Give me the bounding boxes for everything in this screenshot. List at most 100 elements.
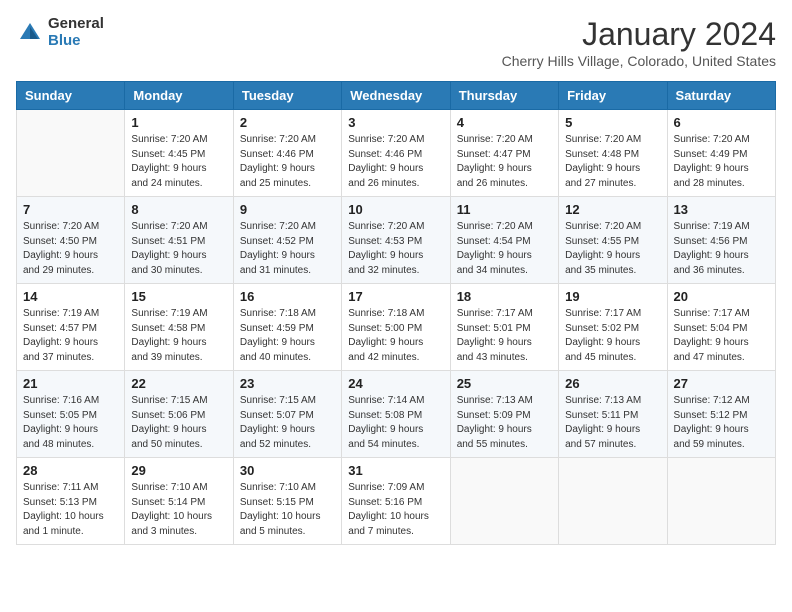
day-info: Sunrise: 7:13 AM Sunset: 5:11 PM Dayligh… [565, 394, 660, 452]
day-number: 14 [23, 289, 118, 304]
day-info: Sunrise: 7:20 AM Sunset: 4:55 PM Dayligh… [565, 220, 660, 278]
title-area: January 2024 Cherry Hills Village, Color… [502, 16, 776, 69]
calendar-cell: 24 Sunrise: 7:14 AM Sunset: 5:08 PM Dayli… [342, 371, 450, 458]
day-number: 17 [348, 289, 443, 304]
day-number: 23 [240, 376, 335, 391]
calendar-body: 1 Sunrise: 7:20 AM Sunset: 4:45 PM Daylig… [17, 110, 776, 545]
day-number: 18 [457, 289, 552, 304]
calendar-cell: 22Sunrise: 7:15 AM Sunset: 5:06 PM Dayli… [125, 371, 233, 458]
calendar-header: Sunday Monday Tuesday Wednesday Thursday… [17, 82, 776, 110]
day-number: 25 [457, 376, 552, 391]
day-info: Sunrise: 7:20 AM Sunset: 4:46 PM Dayligh… [348, 133, 443, 191]
calendar-cell [667, 458, 775, 545]
col-monday: Monday [125, 82, 233, 110]
logo-general: General [48, 16, 104, 33]
day-info: Sunrise: 7:20 AM Sunset: 4:51 PM Dayligh… [131, 220, 226, 278]
day-info: Sunrise: 7:18 AM Sunset: 5:00 PM Dayligh… [348, 307, 443, 365]
calendar-week-4: 21 Sunrise: 7:16 AM Sunset: 5:05 PM Dayli… [17, 371, 776, 458]
day-info: Sunrise: 7:20 AM Sunset: 4:53 PM Dayligh… [348, 220, 443, 278]
calendar-cell: 10Sunrise: 7:20 AM Sunset: 4:53 PM Dayli… [342, 197, 450, 284]
calendar-cell: 11 Sunrise: 7:20 AM Sunset: 4:54 PM Dayli… [450, 197, 558, 284]
calendar-cell: 7Sunrise: 7:20 AM Sunset: 4:50 PM Daylig… [17, 197, 125, 284]
day-info: Sunrise: 7:20 AM Sunset: 4:45 PM Dayligh… [131, 133, 226, 191]
day-number: 30 [240, 463, 335, 478]
calendar-cell: 1 Sunrise: 7:20 AM Sunset: 4:45 PM Daylig… [125, 110, 233, 197]
calendar-cell: 9 Sunrise: 7:20 AM Sunset: 4:52 PM Daylig… [233, 197, 341, 284]
calendar-cell [17, 110, 125, 197]
day-info: Sunrise: 7:19 AM Sunset: 4:57 PM Dayligh… [23, 307, 118, 365]
day-info: Sunrise: 7:19 AM Sunset: 4:58 PM Dayligh… [131, 307, 226, 365]
calendar-week-5: 28 Sunrise: 7:11 AM Sunset: 5:13 PM Dayli… [17, 458, 776, 545]
day-number: 3 [348, 115, 443, 130]
calendar-cell [559, 458, 667, 545]
day-info: Sunrise: 7:10 AM Sunset: 5:14 PM Dayligh… [131, 481, 226, 539]
calendar-cell: 5 Sunrise: 7:20 AM Sunset: 4:48 PM Daylig… [559, 110, 667, 197]
day-info: Sunrise: 7:17 AM Sunset: 5:02 PM Dayligh… [565, 307, 660, 365]
calendar-cell: 31Sunrise: 7:09 AM Sunset: 5:16 PM Dayli… [342, 458, 450, 545]
col-thursday: Thursday [450, 82, 558, 110]
calendar-cell: 29 Sunrise: 7:10 AM Sunset: 5:14 PM Dayli… [125, 458, 233, 545]
calendar-cell: 27 Sunrise: 7:12 AM Sunset: 5:12 PM Dayli… [667, 371, 775, 458]
day-number: 13 [674, 202, 769, 217]
calendar-cell: 17 Sunrise: 7:18 AM Sunset: 5:00 PM Dayli… [342, 284, 450, 371]
month-title: January 2024 [502, 16, 776, 53]
calendar-cell: 26Sunrise: 7:13 AM Sunset: 5:11 PM Dayli… [559, 371, 667, 458]
day-number: 27 [674, 376, 769, 391]
calendar-cell: 6 Sunrise: 7:20 AM Sunset: 4:49 PM Daylig… [667, 110, 775, 197]
day-info: Sunrise: 7:12 AM Sunset: 5:12 PM Dayligh… [674, 394, 769, 452]
day-number: 6 [674, 115, 769, 130]
calendar-cell: 18 Sunrise: 7:17 AM Sunset: 5:01 PM Dayli… [450, 284, 558, 371]
day-info: Sunrise: 7:14 AM Sunset: 5:08 PM Dayligh… [348, 394, 443, 452]
day-info: Sunrise: 7:17 AM Sunset: 5:04 PM Dayligh… [674, 307, 769, 365]
day-info: Sunrise: 7:20 AM Sunset: 4:46 PM Dayligh… [240, 133, 335, 191]
calendar-table: Sunday Monday Tuesday Wednesday Thursday… [16, 81, 776, 545]
day-number: 31 [348, 463, 443, 478]
day-number: 4 [457, 115, 552, 130]
day-info: Sunrise: 7:20 AM Sunset: 4:49 PM Dayligh… [674, 133, 769, 191]
calendar-cell: 12 Sunrise: 7:20 AM Sunset: 4:55 PM Dayli… [559, 197, 667, 284]
day-info: Sunrise: 7:15 AM Sunset: 5:07 PM Dayligh… [240, 394, 335, 452]
day-info: Sunrise: 7:20 AM Sunset: 4:52 PM Dayligh… [240, 220, 335, 278]
col-friday: Friday [559, 82, 667, 110]
calendar-week-3: 14 Sunrise: 7:19 AM Sunset: 4:57 PM Dayli… [17, 284, 776, 371]
calendar-cell: 19 Sunrise: 7:17 AM Sunset: 5:02 PM Dayli… [559, 284, 667, 371]
day-number: 5 [565, 115, 660, 130]
day-number: 1 [131, 115, 226, 130]
day-number: 15 [131, 289, 226, 304]
day-number: 9 [240, 202, 335, 217]
calendar-cell: 23 Sunrise: 7:15 AM Sunset: 5:07 PM Dayli… [233, 371, 341, 458]
day-number: 24 [348, 376, 443, 391]
col-wednesday: Wednesday [342, 82, 450, 110]
day-info: Sunrise: 7:20 AM Sunset: 4:54 PM Dayligh… [457, 220, 552, 278]
day-info: Sunrise: 7:10 AM Sunset: 5:15 PM Dayligh… [240, 481, 335, 539]
day-info: Sunrise: 7:15 AM Sunset: 5:06 PM Dayligh… [131, 394, 226, 452]
calendar-cell: 8Sunrise: 7:20 AM Sunset: 4:51 PM Daylig… [125, 197, 233, 284]
day-info: Sunrise: 7:16 AM Sunset: 5:05 PM Dayligh… [23, 394, 118, 452]
day-number: 2 [240, 115, 335, 130]
logo-icon [16, 19, 44, 47]
logo-blue: Blue [48, 33, 104, 50]
calendar-week-1: 1 Sunrise: 7:20 AM Sunset: 4:45 PM Daylig… [17, 110, 776, 197]
day-number: 12 [565, 202, 660, 217]
calendar-cell: 21 Sunrise: 7:16 AM Sunset: 5:05 PM Dayli… [17, 371, 125, 458]
day-number: 19 [565, 289, 660, 304]
day-number: 20 [674, 289, 769, 304]
calendar-cell: 20 Sunrise: 7:17 AM Sunset: 5:04 PM Dayli… [667, 284, 775, 371]
day-number: 21 [23, 376, 118, 391]
day-info: Sunrise: 7:13 AM Sunset: 5:09 PM Dayligh… [457, 394, 552, 452]
day-number: 11 [457, 202, 552, 217]
location-title: Cherry Hills Village, Colorado, United S… [502, 53, 776, 69]
calendar-cell: 28 Sunrise: 7:11 AM Sunset: 5:13 PM Dayli… [17, 458, 125, 545]
header-row: Sunday Monday Tuesday Wednesday Thursday… [17, 82, 776, 110]
day-info: Sunrise: 7:11 AM Sunset: 5:13 PM Dayligh… [23, 481, 118, 539]
day-info: Sunrise: 7:17 AM Sunset: 5:01 PM Dayligh… [457, 307, 552, 365]
calendar-cell: 14 Sunrise: 7:19 AM Sunset: 4:57 PM Dayli… [17, 284, 125, 371]
logo-text: General Blue [48, 16, 104, 49]
day-number: 29 [131, 463, 226, 478]
col-tuesday: Tuesday [233, 82, 341, 110]
calendar-cell: 2 Sunrise: 7:20 AM Sunset: 4:46 PM Daylig… [233, 110, 341, 197]
day-number: 28 [23, 463, 118, 478]
day-info: Sunrise: 7:20 AM Sunset: 4:48 PM Dayligh… [565, 133, 660, 191]
calendar-week-2: 7Sunrise: 7:20 AM Sunset: 4:50 PM Daylig… [17, 197, 776, 284]
day-info: Sunrise: 7:19 AM Sunset: 4:56 PM Dayligh… [674, 220, 769, 278]
